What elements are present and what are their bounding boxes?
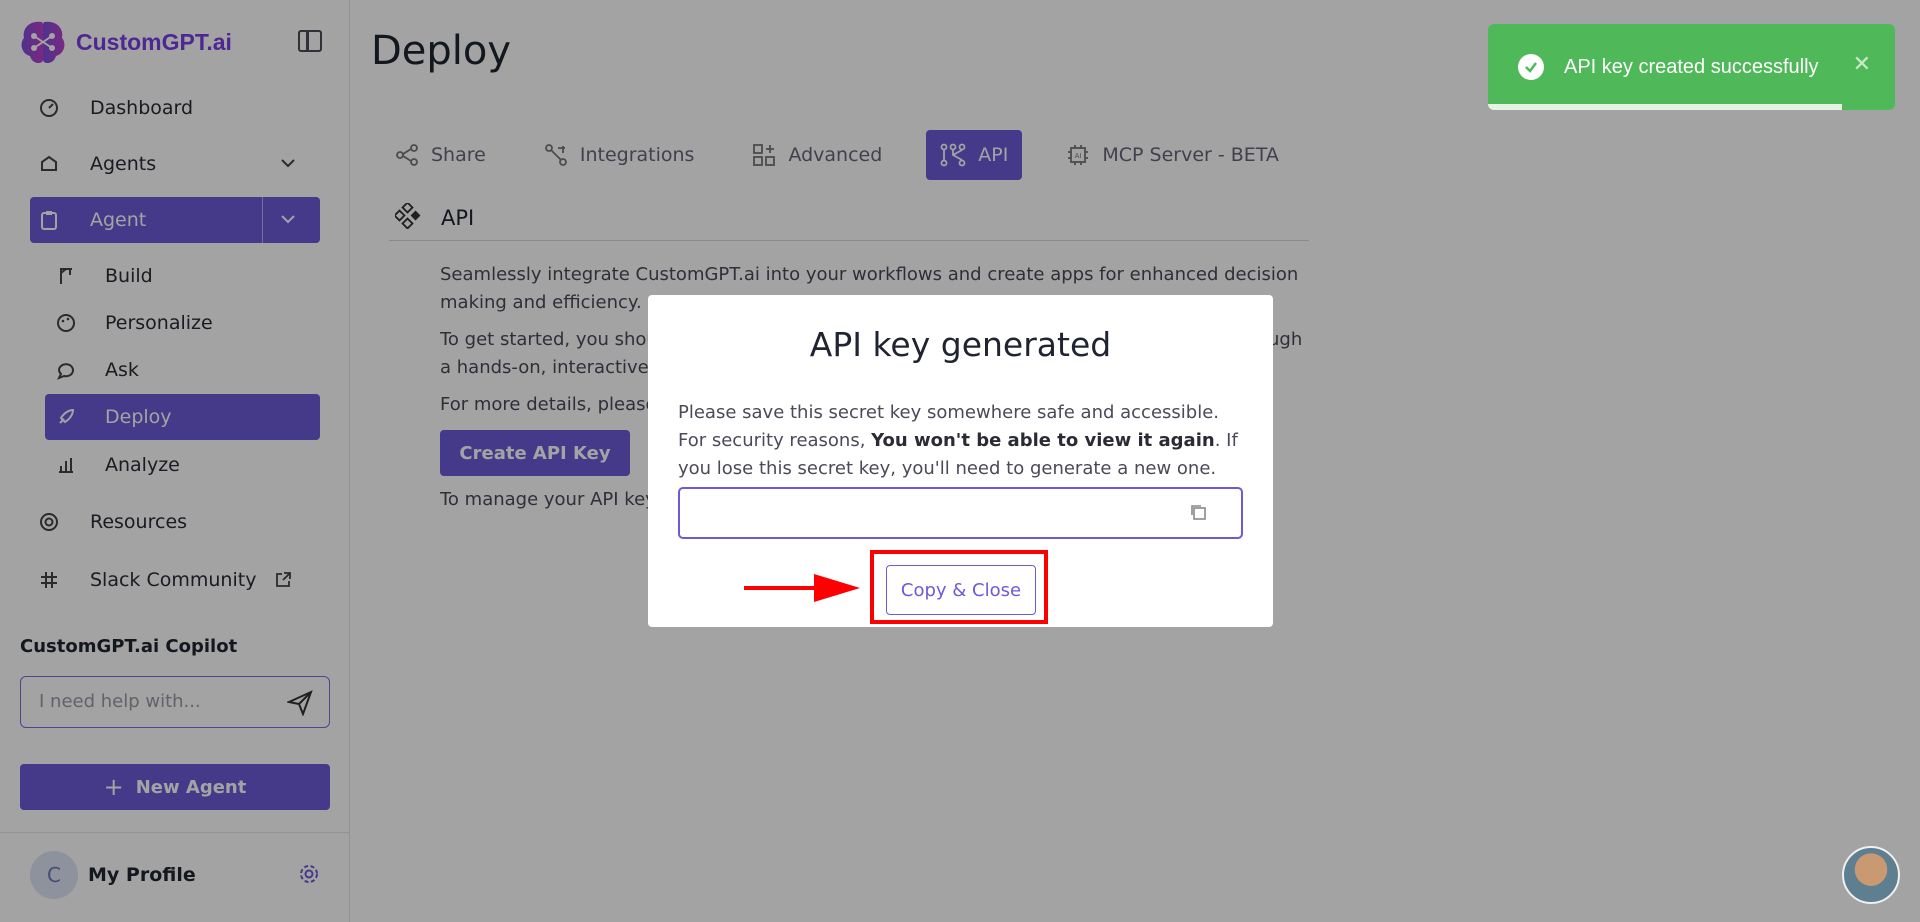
toast-message: API key created successfully — [1564, 56, 1819, 78]
modal-title: API key generated — [809, 325, 1112, 364]
support-chat-avatar[interactable] — [1842, 846, 1900, 904]
annotation-arrow-icon — [744, 574, 860, 602]
toast-progress-bar — [1488, 104, 1843, 110]
modal-body: Please save this secret key somewhere sa… — [678, 399, 1248, 483]
annotation-highlight-box — [870, 550, 1048, 624]
copy-icon[interactable] — [1189, 503, 1207, 521]
modal-body-bold: You won't be able to view it again — [871, 430, 1215, 451]
check-circle-icon — [1518, 54, 1544, 80]
api-key-field[interactable] — [678, 487, 1243, 539]
success-toast: API key created successfully ✕ — [1488, 24, 1895, 110]
close-icon[interactable]: ✕ — [1853, 52, 1871, 77]
